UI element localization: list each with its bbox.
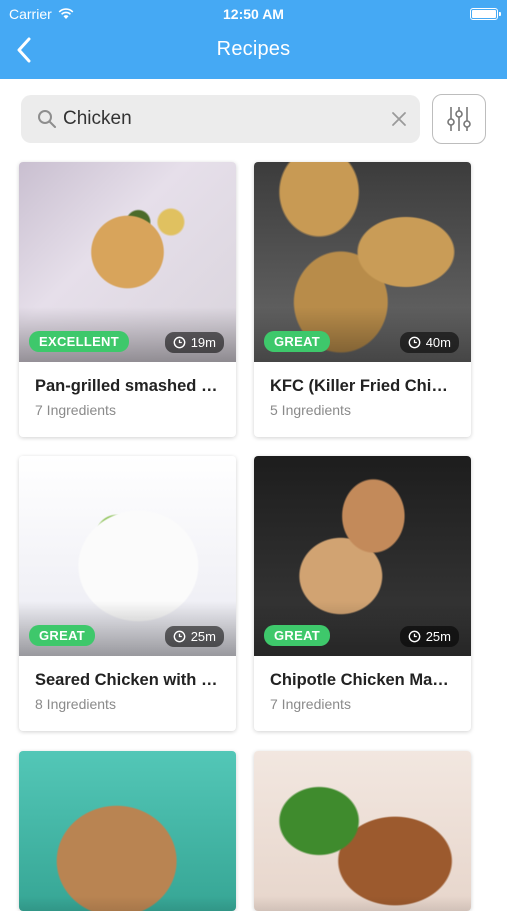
search-icon xyxy=(38,110,56,128)
ingredient-count: 5 Ingredients xyxy=(270,402,351,418)
search-input[interactable] xyxy=(63,108,363,130)
search-bar[interactable] xyxy=(21,95,420,143)
cook-time-badge: 25m xyxy=(399,626,459,647)
recipe-image: GREAT 40m xyxy=(254,162,471,362)
clock-icon xyxy=(173,336,186,349)
cook-time: 19m xyxy=(190,335,216,350)
nav-header: Carrier 12:50 AM Recipes xyxy=(0,0,507,79)
recipe-image: GREAT 25m xyxy=(254,456,471,656)
ingredient-count: 7 Ingredients xyxy=(270,696,351,712)
close-icon[interactable] xyxy=(390,110,408,128)
rating-badge: EXCELLENT xyxy=(29,331,129,352)
recipe-title: Seared Chicken with L... xyxy=(35,671,220,689)
cook-time: 25m xyxy=(425,629,451,644)
recipe-card[interactable] xyxy=(19,751,236,911)
clock-icon xyxy=(408,336,421,349)
clock-icon xyxy=(408,630,421,643)
recipe-image xyxy=(19,751,236,911)
battery-level xyxy=(472,10,496,18)
recipe-card[interactable]: GREAT 25m Chipotle Chicken Marina... 7 I… xyxy=(254,456,471,731)
cook-time: 40m xyxy=(425,335,451,350)
battery-icon xyxy=(470,8,501,20)
recipe-image: EXCELLENT 19m xyxy=(19,162,236,362)
filter-button[interactable] xyxy=(432,94,486,144)
rating-badge: GREAT xyxy=(29,625,96,646)
page-title: Recipes xyxy=(216,38,291,60)
recipe-card[interactable]: EXCELLENT 19m Pan-grilled smashed c... 7… xyxy=(19,162,236,437)
recipe-title: KFC (Killer Fried Chicken) xyxy=(270,377,455,395)
status-bar: Carrier 12:50 AM xyxy=(0,0,507,28)
recipe-image xyxy=(254,751,471,911)
ingredient-count: 7 Ingredients xyxy=(35,402,116,418)
rating-badge: GREAT xyxy=(264,625,331,646)
recipe-card[interactable]: GREAT 40m KFC (Killer Fried Chicken) 5 I… xyxy=(254,162,471,437)
recipe-card[interactable] xyxy=(254,751,471,911)
recipe-image: GREAT 25m xyxy=(19,456,236,656)
status-time: 12:50 AM xyxy=(223,6,284,22)
ingredient-count: 8 Ingredients xyxy=(35,696,116,712)
clock-icon xyxy=(173,630,186,643)
recipe-title: Pan-grilled smashed c... xyxy=(35,377,220,395)
recipe-title: Chipotle Chicken Marina... xyxy=(270,671,455,689)
rating-badge: GREAT xyxy=(264,331,331,352)
cook-time-badge: 19m xyxy=(164,332,224,353)
recipe-card[interactable]: GREAT 25m Seared Chicken with L... 8 Ing… xyxy=(19,456,236,731)
sliders-icon xyxy=(447,107,471,131)
cook-time: 25m xyxy=(190,629,216,644)
cook-time-badge: 25m xyxy=(164,626,224,647)
cook-time-badge: 40m xyxy=(399,332,459,353)
